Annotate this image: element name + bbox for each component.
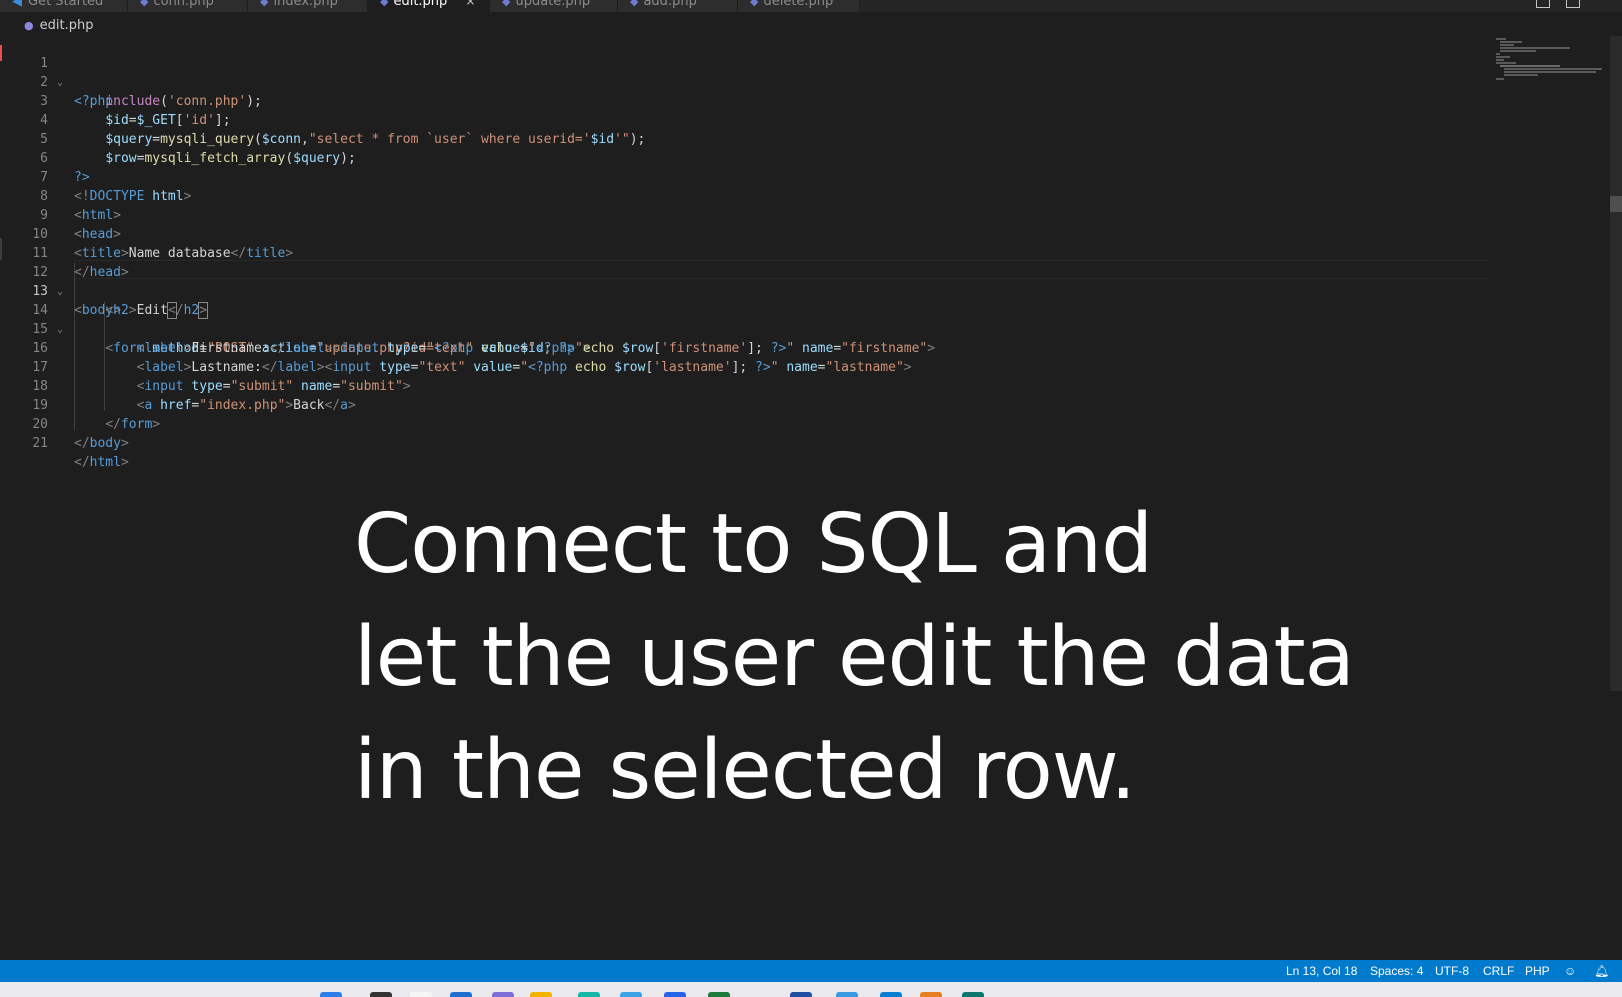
php-icon: ◆ <box>140 0 149 8</box>
php-icon: ◆ <box>380 0 389 8</box>
app-icon[interactable] <box>920 992 942 997</box>
caption-line-2: let the user edit the data <box>354 610 1355 705</box>
code-line: 8 <html> <box>0 168 121 223</box>
app-icon[interactable] <box>620 992 642 997</box>
code-line-current: 13 <h2>Edit</h2> <box>0 263 209 319</box>
indentation[interactable]: Spaces: 4 <box>1370 960 1423 982</box>
breadcrumb-file: edit.php <box>39 18 94 33</box>
code-line: 5 $row=mysqli_fetch_array($query); <box>0 111 356 166</box>
task-view-icon[interactable] <box>410 992 432 997</box>
code-line: 18 <a href="index.php">Back</a> <box>0 358 355 413</box>
tab-edit-php[interactable]: ◆ edit.php × <box>368 0 490 12</box>
code-line: 15 <label>Firstname:</label><input type=… <box>0 301 935 356</box>
tab-label: index.php <box>273 0 338 9</box>
code-line: 10 <title>Name database</title> <box>0 206 293 261</box>
tab-index-php[interactable]: ◆ index.php <box>248 0 368 12</box>
app-icon[interactable] <box>664 992 686 997</box>
tab-bar: ◀ Get Started ◆ conn.php ◆ index.php ◆ edit.… <box>0 0 1622 12</box>
taskbar <box>0 982 1622 997</box>
app-icon[interactable] <box>790 992 812 997</box>
fold-icon[interactable]: ⌄ <box>57 320 63 339</box>
code-line: 16 <label>Lastname:</label><input type="… <box>0 320 911 375</box>
code-line: 7 <!DOCTYPE html> <box>0 149 191 204</box>
breadcrumb[interactable]: ● edit.php <box>24 16 93 36</box>
php-elephant-icon: ● <box>24 19 34 32</box>
excel-icon[interactable] <box>708 992 730 997</box>
code-line: 4 $query=mysqli_query($conn,"select * fr… <box>0 92 645 147</box>
code-line: 6 ?> <box>0 130 89 185</box>
cursor-position[interactable]: Ln 13, Col 18 <box>1286 960 1357 982</box>
code-line: 12 ⌄ <body> <box>0 244 121 318</box>
tab-label: Get Started <box>28 0 104 9</box>
line-number: 21 <box>32 436 48 451</box>
app-icon[interactable] <box>962 992 984 997</box>
scroll-thumb[interactable] <box>1610 196 1622 212</box>
tab-conn-php[interactable]: ◆ conn.php <box>128 0 248 12</box>
php-icon: ◆ <box>260 0 269 8</box>
code-line: 21 </html> <box>0 415 128 470</box>
tab-update-php[interactable]: ◆ update.php <box>490 0 618 12</box>
tab-label: edit.php <box>393 0 448 9</box>
fold-icon[interactable]: ⌄ <box>57 282 63 301</box>
tab-add-php[interactable]: ◆ add.php <box>618 0 738 12</box>
status-bar: Ln 13, Col 18 Spaces: 4 UTF-8 CRLF PHP ☺… <box>0 960 1622 982</box>
code-line: 14 ⌄ <form method="POST" action="update.… <box>0 282 590 356</box>
code-line: 11 </head> <box>0 225 128 280</box>
feedback-icon[interactable]: ☺ <box>1564 960 1576 982</box>
code-line: 1 ⌄ <?php <box>0 35 113 109</box>
language-mode[interactable]: PHP <box>1525 960 1550 982</box>
close-icon[interactable]: × <box>465 0 475 8</box>
tab-label: add.php <box>643 0 697 9</box>
php-icon: ◆ <box>750 0 759 8</box>
search-icon[interactable] <box>370 992 392 997</box>
tab-delete-php[interactable]: ◆ delete.php <box>738 0 860 12</box>
vscode-icon: ◀ <box>12 0 22 9</box>
fold-icon[interactable]: ⌄ <box>57 73 63 92</box>
caption-line-1: Connect to SQL and <box>354 497 1153 592</box>
line-ending[interactable]: CRLF <box>1483 960 1514 982</box>
app-icon[interactable] <box>836 992 858 997</box>
code-line: 3 $id=$_GET['id']; <box>0 73 230 128</box>
minimap[interactable] <box>1496 36 1606 82</box>
tab-label: update.php <box>515 0 591 9</box>
code-line: 2 include('conn.php'); <box>0 54 262 109</box>
tab-label: conn.php <box>153 0 214 9</box>
encoding[interactable]: UTF-8 <box>1435 960 1469 982</box>
php-icon: ◆ <box>502 0 511 8</box>
edge-icon[interactable] <box>578 992 600 997</box>
video-caption: Connect to SQL and let the user edit the… <box>354 488 1554 827</box>
code-line: 17 <input type="submit" name="submit"> <box>0 339 410 394</box>
windows-start-icon[interactable] <box>320 992 342 997</box>
app-icon[interactable] <box>450 992 472 997</box>
app-icon[interactable] <box>492 992 514 997</box>
vscode-taskbar-icon[interactable] <box>880 992 902 997</box>
tab-label: delete.php <box>763 0 834 9</box>
tab-get-started[interactable]: ◀ Get Started <box>0 0 128 12</box>
layout-icon[interactable] <box>1566 0 1580 8</box>
split-editor-icon[interactable] <box>1536 0 1550 8</box>
caption-line-3: in the selected row. <box>354 723 1136 818</box>
code-line: 19 </form> <box>0 377 160 432</box>
code-line: 9 <head> <box>0 187 121 242</box>
vertical-scrollbar[interactable] <box>1610 36 1622 691</box>
php-icon: ◆ <box>630 0 639 8</box>
code-line: 20 </body> <box>0 396 128 451</box>
file-explorer-icon[interactable] <box>530 992 552 997</box>
bell-icon[interactable]: 🔔︎ <box>1594 960 1609 982</box>
